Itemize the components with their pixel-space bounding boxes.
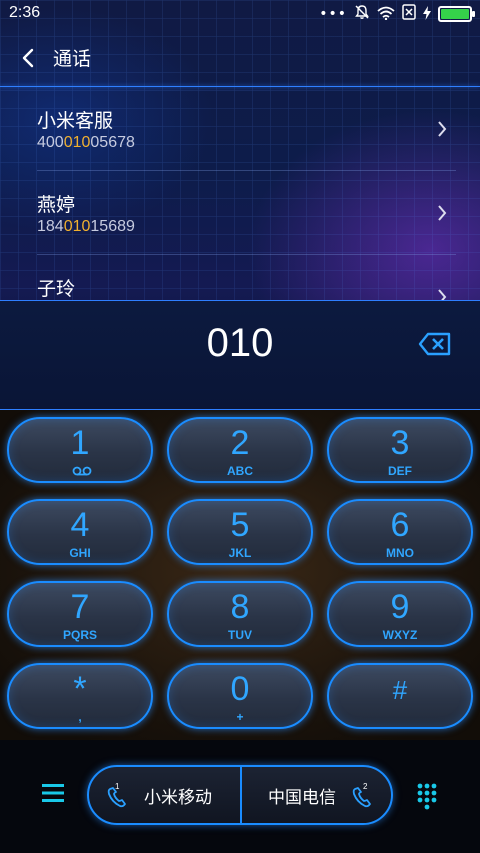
contact-suggestion-list: 小米客服 40001005678 燕婷 18401015689 子玲 xyxy=(0,87,480,300)
sim-call-selector: 1 小米移动 中国电信 2 xyxy=(87,765,393,825)
contact-name: 子玲 xyxy=(37,278,76,300)
key-4[interactable]: 4 GHI xyxy=(7,499,153,565)
status-time: 2:36 xyxy=(9,4,41,21)
contact-name: 小米客服 xyxy=(37,110,114,132)
no-sim-icon xyxy=(402,4,416,24)
svg-text:1: 1 xyxy=(115,782,120,791)
matched-digits: 010 xyxy=(63,134,91,151)
header: 通话 xyxy=(0,30,480,86)
contact-number: 18401015689 xyxy=(37,218,135,235)
key-hash[interactable]: # xyxy=(327,663,473,729)
key-5[interactable]: 5 JKL xyxy=(167,499,313,565)
dial-keypad: 1 2 ABC 3 DEF 4 GHI 5 JKL 6 MNO 7 PQRS 8… xyxy=(0,410,480,740)
contact-number: 40001005678 xyxy=(37,134,135,151)
dialpad-toggle-icon[interactable] xyxy=(416,782,438,810)
dialed-number[interactable]: 010 xyxy=(0,321,480,366)
voicemail-icon xyxy=(72,466,92,476)
chevron-right-icon[interactable] xyxy=(435,201,449,225)
back-arrow-icon[interactable] xyxy=(18,44,40,72)
key-6[interactable]: 6 MNO xyxy=(327,499,473,565)
phone-sim2-icon: 2 xyxy=(352,782,371,808)
phone-sim1-icon: 1 xyxy=(107,782,126,808)
charging-bolt-icon xyxy=(423,5,431,24)
key-star[interactable]: * , xyxy=(7,663,153,729)
matched-digits: 010 xyxy=(63,218,91,235)
backspace-icon[interactable] xyxy=(418,331,452,357)
sim2-label: 中国电信 xyxy=(268,788,336,808)
wifi-icon xyxy=(377,5,395,24)
sim1-label: 小米移动 xyxy=(144,788,212,808)
call-sim1-button[interactable]: 1 小米移动 xyxy=(89,767,239,823)
battery-icon xyxy=(438,6,475,22)
key-7[interactable]: 7 PQRS xyxy=(7,581,153,647)
chevron-right-icon[interactable] xyxy=(435,285,449,300)
key-2[interactable]: 2 ABC xyxy=(167,417,313,483)
key-8[interactable]: 8 TUV xyxy=(167,581,313,647)
key-0[interactable]: 0 + xyxy=(167,663,313,729)
contact-item[interactable]: 子玲 xyxy=(0,255,480,300)
mute-bell-icon xyxy=(354,4,370,24)
contact-name: 燕婷 xyxy=(37,194,76,216)
dial-input-area: 010 xyxy=(0,300,480,410)
menu-icon[interactable] xyxy=(41,782,65,804)
contact-item[interactable]: 燕婷 18401015689 xyxy=(0,171,480,255)
more-notifications-icon: ••• xyxy=(319,6,347,22)
chevron-right-icon[interactable] xyxy=(435,117,449,141)
key-1[interactable]: 1 xyxy=(7,417,153,483)
status-bar: 2:36 ••• xyxy=(0,0,480,28)
contact-item[interactable]: 小米客服 40001005678 xyxy=(0,87,480,171)
svg-text:2: 2 xyxy=(363,782,368,791)
page-title: 通话 xyxy=(53,48,92,70)
bottom-bar: 1 小米移动 中国电信 2 xyxy=(0,740,480,853)
call-sim2-button[interactable]: 中国电信 2 xyxy=(242,767,392,823)
key-9[interactable]: 9 WXYZ xyxy=(327,581,473,647)
key-3[interactable]: 3 DEF xyxy=(327,417,473,483)
